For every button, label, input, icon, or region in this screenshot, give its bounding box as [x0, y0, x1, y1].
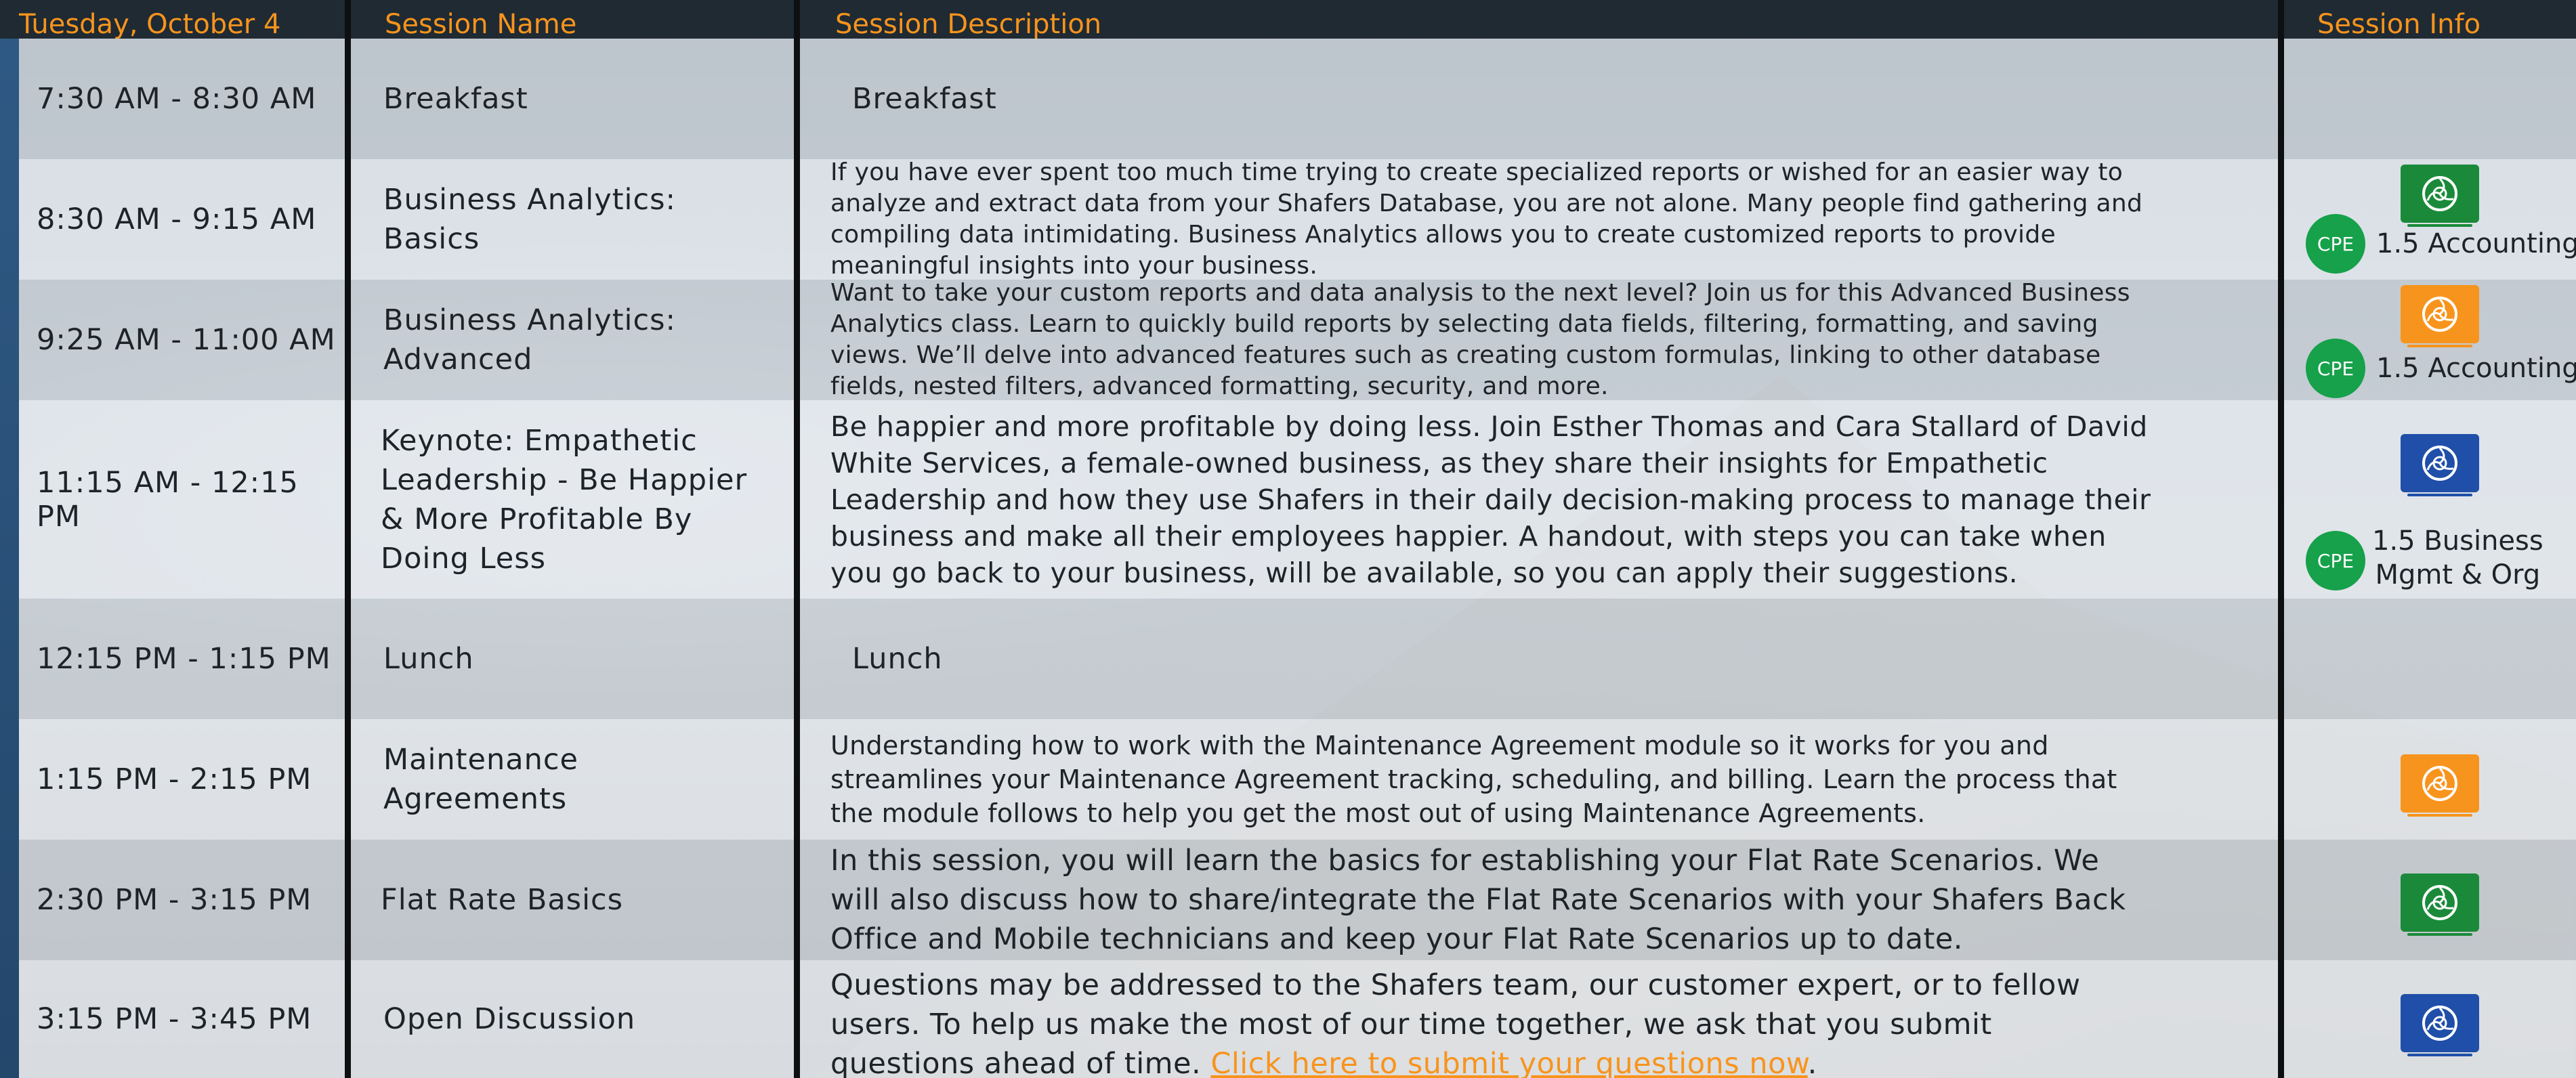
submit-questions-link[interactable]: Click here to submit your questions now: [1210, 1047, 1807, 1078]
session-info: CPE 1.5 Accounting: [2284, 159, 2576, 280]
session-row: 9:25 AM - 11:00 AM Business Analytics: A…: [19, 279, 2576, 400]
description-line: analyze and extract data from your Shafe…: [830, 190, 2143, 217]
cpe-credit: 1.5 Accounting: [2376, 228, 2576, 259]
shafers-logo-icon[interactable]: [2401, 994, 2479, 1056]
shafers-logo-icon[interactable]: [2401, 285, 2479, 347]
description-line: Analytics class. Learn to quickly build …: [830, 310, 2098, 338]
session-description: Questions may be addressed to the Shafer…: [818, 960, 2275, 1078]
session-row: 1:15 PM - 2:15 PM Maintenance Agreements…: [19, 719, 2576, 840]
header-date: Tuesday, October 4: [19, 9, 281, 40]
session-name: Maintenance Agreements: [351, 719, 813, 840]
description-line: questions ahead of time. Click here to s…: [830, 1044, 2081, 1078]
session-time: 1:15 PM - 2:15 PM: [37, 762, 312, 796]
column-divider: [794, 0, 800, 1078]
cpe-credit: 1.5 Accounting: [2376, 353, 2576, 384]
cpe-badge: CPE: [2306, 214, 2365, 274]
session-time: 8:30 AM - 9:15 AM: [37, 202, 317, 236]
session-info: [2284, 719, 2576, 840]
session-name-line: Doing Less: [381, 541, 547, 576]
session-info: CPE 1.5 Accounting: [2284, 280, 2576, 400]
description-line: Be happier and more profitable by doing …: [830, 410, 2148, 443]
session-info: [2284, 960, 2576, 1078]
description-line: If you have ever spent too much time try…: [830, 158, 2124, 186]
description-line: Want to take your custom reports and dat…: [830, 279, 2130, 307]
shafers-logo-icon[interactable]: [2401, 434, 2479, 496]
session-time: 12:15 PM - 1:15 PM: [37, 642, 331, 676]
session-row: 3:15 PM - 3:45 PM Open Discussion Questi…: [19, 960, 2576, 1078]
session-description: Want to take your custom reports and dat…: [818, 279, 2275, 400]
cpe-badge: CPE: [2306, 339, 2365, 398]
session-row: 8:30 AM - 9:15 AM Business Analytics: Ba…: [19, 158, 2576, 280]
session-name: Flat Rate Basics: [381, 883, 624, 917]
session-description: Breakfast: [852, 82, 997, 116]
session-info: [2284, 39, 2576, 159]
session-row: 11:15 AM - 12:15 PM Keynote: Empathetic …: [19, 400, 2576, 599]
description-line: business and make all their employees ha…: [830, 519, 2107, 553]
session-name-line: Maintenance: [383, 743, 578, 777]
description-line: compiling data intimidating. Business An…: [830, 221, 2056, 249]
description-text: .: [1807, 1047, 1817, 1078]
header-session-info: Session Info: [2317, 9, 2481, 40]
description-line: will also discuss how to share/integrate…: [830, 883, 2126, 917]
session-name-line: Leadership - Be Happier: [381, 462, 748, 497]
description-line: In this session, you will learn the basi…: [830, 844, 2100, 878]
session-info: [2284, 599, 2576, 719]
session-row: 7:30 AM - 8:30 AM Breakfast Breakfast: [19, 39, 2576, 159]
session-description: If you have ever spent too much time try…: [818, 158, 2275, 280]
cpe-badge: CPE: [2306, 531, 2365, 590]
column-divider: [345, 0, 351, 1078]
description-line: fields, nested filters, advanced formatt…: [830, 372, 1609, 400]
session-name-line: Agreements: [383, 782, 568, 816]
description-line: you go back to your business, will be av…: [830, 556, 2019, 589]
session-time: 7:30 AM - 8:30 AM: [37, 82, 317, 116]
session-name: Lunch: [383, 642, 474, 676]
session-name-line: Basics: [383, 222, 480, 256]
session-name-line: Business Analytics:: [383, 303, 677, 337]
description-text: questions ahead of time.: [830, 1047, 1211, 1078]
session-time: 2:30 PM - 3:15 PM: [37, 883, 312, 917]
header-session-description: Session Description: [835, 9, 1102, 40]
description-line: Office and Mobile technicians and keep y…: [830, 922, 1963, 956]
cpe-credit: 1.5 Business Mgmt & Org: [2372, 524, 2543, 592]
description-line: White Services, a female-owned business,…: [830, 446, 2048, 479]
shafers-logo-icon[interactable]: [2401, 754, 2479, 817]
session-name-line: Advanced: [383, 343, 533, 376]
session-description: Understanding how to work with the Maint…: [818, 719, 2275, 840]
session-time: 9:25 AM - 11:00 AM: [37, 323, 336, 357]
session-time: 3:15 PM - 3:45 PM: [37, 1002, 312, 1036]
shafers-logo-icon[interactable]: [2401, 165, 2479, 227]
description-line: Understanding how to work with the Maint…: [830, 731, 2049, 760]
session-info: CPE 1.5 Business Mgmt & Org: [2284, 400, 2576, 599]
session-row: 12:15 PM - 1:15 PM Lunch Lunch: [19, 599, 2576, 719]
session-name-line: Business Analytics:: [383, 183, 677, 217]
description-line: the module follows to help you get the m…: [830, 798, 1926, 828]
session-name-line: & More Profitable By: [381, 502, 693, 536]
session-name-line: Keynote: Empathetic: [381, 423, 698, 458]
session-row: 2:30 PM - 3:15 PM Flat Rate Basics In th…: [19, 840, 2576, 960]
cpe-credit-line: 1.5 Business: [2372, 525, 2543, 557]
session-name: Breakfast: [383, 82, 528, 116]
session-info: [2284, 840, 2576, 960]
shafers-logo-icon[interactable]: [2401, 874, 2479, 936]
session-description: Lunch: [852, 642, 943, 676]
header-session-name: Session Name: [385, 9, 577, 40]
description-line: Questions may be addressed to the Shafer…: [830, 968, 2081, 1002]
cpe-credit-line: Mgmt & Org: [2375, 559, 2541, 590]
description-line: Leadership and how they use Shafers in t…: [830, 483, 2151, 516]
description-line: views. We’ll delve into advanced feature…: [830, 341, 2101, 369]
session-name: Keynote: Empathetic Leadership - Be Happ…: [351, 400, 813, 599]
session-name: Business Analytics: Advanced: [351, 280, 813, 400]
session-description: Be happier and more profitable by doing …: [818, 400, 2275, 599]
schedule-header: Tuesday, October 4 Session Name Session …: [0, 0, 2576, 40]
session-description: In this session, you will learn the basi…: [818, 840, 2275, 960]
left-edge-strip: [0, 0, 19, 1078]
description-line: streamlines your Maintenance Agreement t…: [830, 764, 2117, 794]
session-name: Open Discussion: [383, 1002, 636, 1036]
description-line: users. To help us make the most of our t…: [830, 1008, 1992, 1041]
session-name: Business Analytics: Basics: [351, 159, 813, 280]
session-time: 11:15 AM - 12:15 PM: [37, 465, 299, 534]
column-divider: [2278, 0, 2284, 1078]
